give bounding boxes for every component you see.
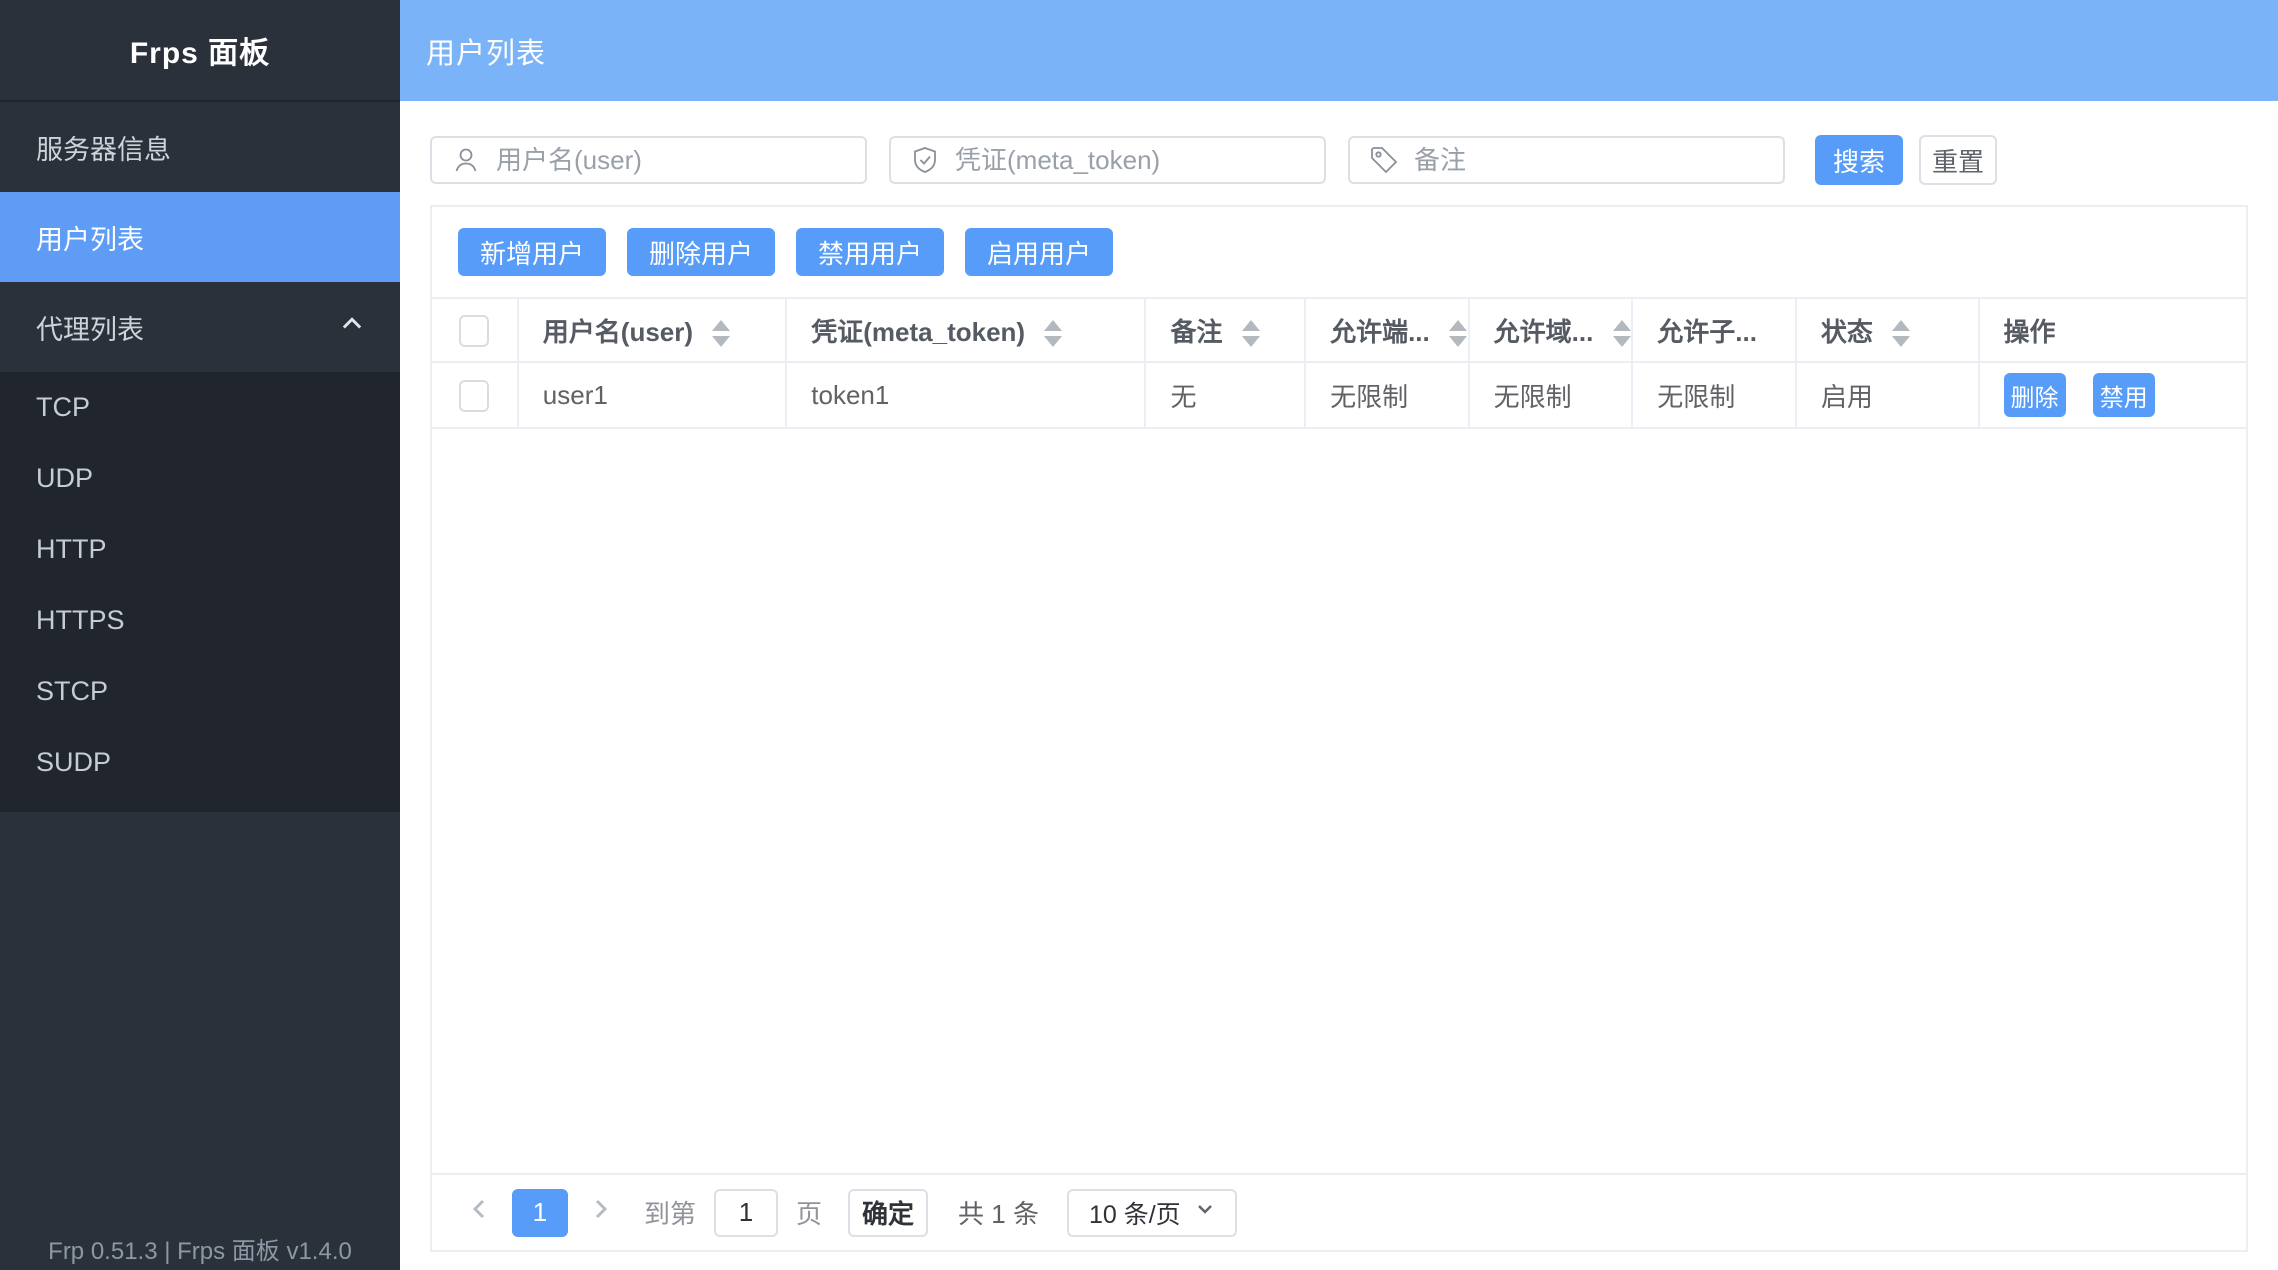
tag-icon bbox=[1368, 144, 1400, 176]
proxy-submenu: TCP UDP HTTP HTTPS STCP SUDP bbox=[0, 372, 400, 812]
sort-caret-icon[interactable] bbox=[1044, 320, 1062, 347]
sort-caret-icon[interactable] bbox=[1892, 320, 1910, 347]
jump-suffix-label: 页 bbox=[796, 1194, 822, 1231]
col-actions: 操作 bbox=[1979, 298, 2246, 362]
col-label: 用户名(user) bbox=[543, 317, 693, 347]
page-jump-input[interactable] bbox=[714, 1189, 778, 1237]
sidebar-item-label: HTTP bbox=[36, 534, 107, 565]
search-button[interactable]: 搜索 bbox=[1815, 135, 1903, 185]
reset-button[interactable]: 重置 bbox=[1919, 135, 1997, 185]
row-delete-button[interactable]: 删除 bbox=[2004, 373, 2066, 417]
jump-confirm-button[interactable]: 确定 bbox=[848, 1189, 928, 1237]
col-label: 操作 bbox=[2004, 317, 2056, 347]
table-empty-space bbox=[432, 429, 2246, 1173]
col-status[interactable]: 状态 bbox=[1796, 298, 1979, 362]
add-user-button[interactable]: 新增用户 bbox=[458, 228, 606, 276]
note-search-field[interactable] bbox=[1348, 136, 1785, 184]
cell-note: 无 bbox=[1145, 362, 1305, 428]
table-toolbar: 新增用户 删除用户 禁用用户 启用用户 bbox=[432, 207, 2246, 297]
col-token[interactable]: 凭证(meta_token) bbox=[786, 298, 1145, 362]
row-select-cell bbox=[432, 362, 518, 428]
enable-user-button[interactable]: 启用用户 bbox=[965, 228, 1113, 276]
total-count-label: 共 1 条 bbox=[958, 1194, 1039, 1231]
sidebar-item-label: HTTPS bbox=[36, 605, 125, 636]
main-area: 用户列表 搜索 重置 bbox=[400, 0, 2278, 1270]
cell-allow-domains: 无限制 bbox=[1469, 362, 1633, 428]
sort-caret-icon[interactable] bbox=[1449, 320, 1467, 347]
row-checkbox[interactable] bbox=[459, 380, 489, 412]
page-number-button[interactable]: 1 bbox=[512, 1189, 568, 1237]
app-title: Frps 面板 bbox=[0, 0, 400, 102]
cell-username: user1 bbox=[518, 362, 786, 428]
disable-user-button[interactable]: 禁用用户 bbox=[796, 228, 944, 276]
topbar: 用户列表 bbox=[400, 0, 2278, 101]
sidebar-item-user-list[interactable]: 用户列表 bbox=[0, 192, 400, 282]
col-label: 允许端... bbox=[1330, 317, 1430, 347]
next-page-icon[interactable] bbox=[586, 1194, 616, 1231]
sidebar-menu: 服务器信息 用户列表 代理列表 TCP UDP HTTP HTTPS bbox=[0, 102, 400, 812]
cell-token: token1 bbox=[786, 362, 1145, 428]
pagination: 1 到第 页 确定 共 1 条 10 条/页 bbox=[432, 1173, 2246, 1250]
sidebar-item-https[interactable]: HTTPS bbox=[0, 585, 400, 656]
chevron-down-icon bbox=[1193, 1197, 1217, 1228]
version-footer: Frp 0.51.3 | Frps 面板 v1.4.0 bbox=[0, 1231, 400, 1266]
col-label: 状态 bbox=[1821, 317, 1873, 347]
user-table-panel: 新增用户 删除用户 禁用用户 启用用户 用户 bbox=[430, 205, 2248, 1252]
page-size-value: 10 条/页 bbox=[1089, 1195, 1181, 1231]
col-note[interactable]: 备注 bbox=[1145, 298, 1305, 362]
sidebar-item-label: STCP bbox=[36, 676, 108, 707]
content: 搜索 重置 新增用户 删除用户 禁用用户 启用用户 bbox=[400, 101, 2278, 1270]
cell-allow-ports: 无限制 bbox=[1305, 362, 1469, 428]
search-row: 搜索 重置 bbox=[430, 135, 2248, 185]
sort-caret-icon[interactable] bbox=[712, 320, 730, 347]
sidebar-item-label: 用户列表 bbox=[36, 218, 144, 257]
sidebar-item-udp[interactable]: UDP bbox=[0, 443, 400, 514]
table-row: user1 token1 无 无限制 无限制 无限制 启用 删除 禁用 bbox=[432, 362, 2246, 428]
col-label: 备注 bbox=[1170, 317, 1222, 347]
col-allow-ports[interactable]: 允许端... bbox=[1305, 298, 1469, 362]
sidebar-item-sudp[interactable]: SUDP bbox=[0, 727, 400, 798]
sidebar-item-label: SUDP bbox=[36, 747, 111, 778]
cell-status: 启用 bbox=[1796, 362, 1979, 428]
sidebar-item-label: 代理列表 bbox=[36, 308, 144, 347]
user-table: 用户名(user) 凭证(meta_token) 备注 允许端... bbox=[432, 297, 2246, 429]
cell-actions: 删除 禁用 bbox=[1979, 362, 2246, 428]
note-search-input[interactable] bbox=[1414, 145, 1765, 176]
prev-page-icon[interactable] bbox=[464, 1194, 494, 1231]
col-label: 凭证(meta_token) bbox=[811, 317, 1025, 347]
sidebar-item-server-info[interactable]: 服务器信息 bbox=[0, 102, 400, 192]
username-search-input[interactable] bbox=[496, 145, 847, 176]
col-label: 允许域... bbox=[1494, 317, 1594, 347]
sidebar-item-stcp[interactable]: STCP bbox=[0, 656, 400, 727]
select-all-cell bbox=[432, 298, 518, 362]
col-allow-subdomains[interactable]: 允许子... bbox=[1632, 298, 1796, 362]
sidebar-item-label: 服务器信息 bbox=[36, 128, 171, 167]
row-disable-button[interactable]: 禁用 bbox=[2093, 373, 2155, 417]
sidebar-item-label: UDP bbox=[36, 463, 93, 494]
sidebar-item-http[interactable]: HTTP bbox=[0, 514, 400, 585]
chevron-up-icon bbox=[338, 310, 366, 345]
sidebar: Frps 面板 服务器信息 用户列表 代理列表 TCP UDP HTTP HTT bbox=[0, 0, 400, 1270]
shield-check-icon bbox=[909, 144, 941, 176]
col-username[interactable]: 用户名(user) bbox=[518, 298, 786, 362]
sidebar-item-tcp[interactable]: TCP bbox=[0, 372, 400, 443]
username-search-field[interactable] bbox=[430, 136, 867, 184]
sidebar-item-label: TCP bbox=[36, 392, 90, 423]
table-header-row: 用户名(user) 凭证(meta_token) 备注 允许端... bbox=[432, 298, 2246, 362]
sort-caret-icon[interactable] bbox=[1613, 320, 1631, 347]
col-allow-domains[interactable]: 允许域... bbox=[1469, 298, 1633, 362]
col-label: 允许子... bbox=[1657, 317, 1757, 347]
token-search-input[interactable] bbox=[955, 145, 1306, 176]
user-icon bbox=[450, 144, 482, 176]
sort-caret-icon[interactable] bbox=[1242, 320, 1260, 347]
select-all-checkbox[interactable] bbox=[459, 315, 489, 347]
sidebar-item-proxy-list[interactable]: 代理列表 bbox=[0, 282, 400, 372]
page-size-select[interactable]: 10 条/页 bbox=[1067, 1189, 1237, 1237]
page-title: 用户列表 bbox=[426, 30, 546, 72]
cell-allow-subdomains: 无限制 bbox=[1632, 362, 1796, 428]
delete-user-button[interactable]: 删除用户 bbox=[627, 228, 775, 276]
jump-prefix-label: 到第 bbox=[644, 1194, 696, 1231]
token-search-field[interactable] bbox=[889, 136, 1326, 184]
